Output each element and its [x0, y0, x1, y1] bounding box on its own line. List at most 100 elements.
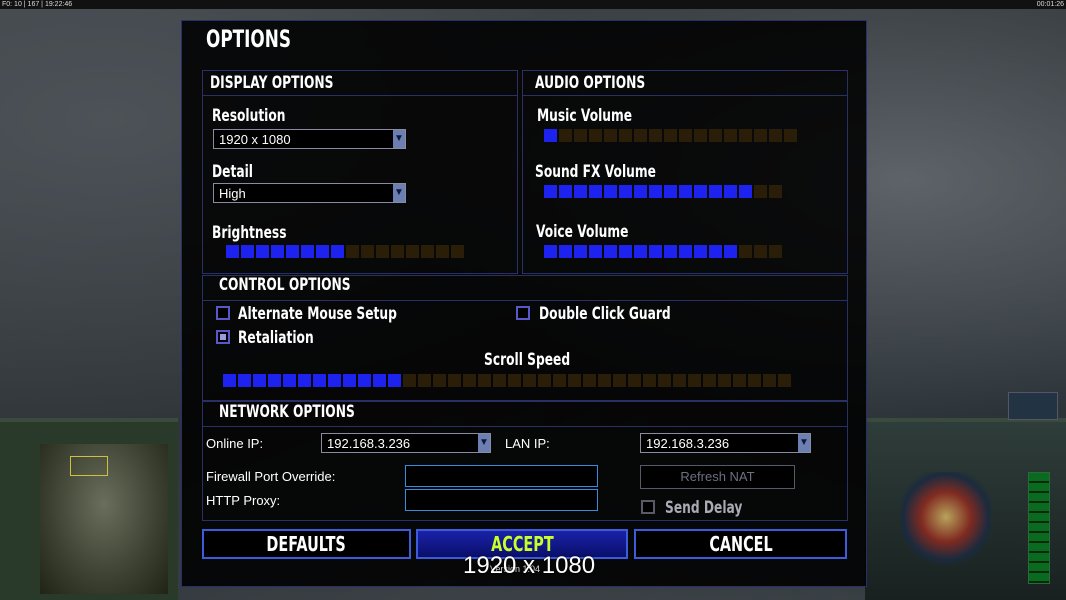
slider-segment[interactable]: [361, 245, 374, 258]
slider-segment[interactable]: [604, 129, 617, 142]
slider-segment[interactable]: [253, 374, 266, 387]
slider-segment[interactable]: [634, 129, 647, 142]
voice-volume-slider[interactable]: [544, 245, 782, 258]
radar-icon[interactable]: [1008, 392, 1058, 420]
slider-segment[interactable]: [619, 129, 632, 142]
slider-segment[interactable]: [283, 374, 296, 387]
slider-segment[interactable]: [769, 185, 782, 198]
sfx-volume-slider[interactable]: [544, 185, 782, 198]
slider-segment[interactable]: [406, 245, 419, 258]
detail-select[interactable]: High ▼: [213, 183, 406, 203]
slider-segment[interactable]: [709, 185, 722, 198]
music-volume-slider[interactable]: [544, 129, 797, 142]
cancel-button[interactable]: CANCEL: [634, 529, 847, 559]
brightness-slider[interactable]: [226, 245, 464, 258]
chevron-down-icon[interactable]: ▼: [393, 184, 405, 202]
slider-segment[interactable]: [313, 374, 326, 387]
slider-segment[interactable]: [574, 129, 587, 142]
double-click-checkbox[interactable]: [516, 306, 530, 320]
slider-segment[interactable]: [769, 245, 782, 258]
slider-segment[interactable]: [463, 374, 476, 387]
slider-segment[interactable]: [559, 129, 572, 142]
defaults-button[interactable]: DEFAULTS: [202, 529, 411, 559]
slider-segment[interactable]: [724, 245, 737, 258]
slider-segment[interactable]: [754, 245, 767, 258]
slider-segment[interactable]: [748, 374, 761, 387]
slider-segment[interactable]: [664, 185, 677, 198]
http-proxy-input[interactable]: [405, 489, 598, 511]
slider-segment[interactable]: [238, 374, 251, 387]
slider-segment[interactable]: [421, 245, 434, 258]
resolution-select[interactable]: 1920 x 1080 ▼: [213, 129, 406, 149]
retaliation-checkbox[interactable]: [216, 330, 230, 344]
slider-segment[interactable]: [574, 245, 587, 258]
slider-segment[interactable]: [643, 374, 656, 387]
slider-segment[interactable]: [763, 374, 776, 387]
slider-segment[interactable]: [433, 374, 446, 387]
slider-segment[interactable]: [688, 374, 701, 387]
slider-segment[interactable]: [739, 129, 752, 142]
slider-segment[interactable]: [448, 374, 461, 387]
slider-segment[interactable]: [619, 245, 632, 258]
slider-segment[interactable]: [724, 185, 737, 198]
slider-segment[interactable]: [523, 374, 536, 387]
chevron-down-icon[interactable]: ▼: [798, 434, 810, 452]
slider-segment[interactable]: [568, 374, 581, 387]
slider-segment[interactable]: [709, 129, 722, 142]
slider-segment[interactable]: [679, 185, 692, 198]
slider-segment[interactable]: [256, 245, 269, 258]
slider-segment[interactable]: [598, 374, 611, 387]
slider-segment[interactable]: [754, 185, 767, 198]
slider-segment[interactable]: [649, 245, 662, 258]
chevron-down-icon[interactable]: ▼: [478, 434, 490, 452]
online-ip-select[interactable]: 192.168.3.236 ▼: [321, 433, 491, 453]
slider-segment[interactable]: [553, 374, 566, 387]
slider-segment[interactable]: [784, 129, 797, 142]
slider-segment[interactable]: [388, 374, 401, 387]
slider-segment[interactable]: [241, 245, 254, 258]
slider-segment[interactable]: [223, 374, 236, 387]
slider-segment[interactable]: [544, 129, 557, 142]
slider-segment[interactable]: [271, 245, 284, 258]
slider-segment[interactable]: [709, 245, 722, 258]
slider-segment[interactable]: [694, 185, 707, 198]
slider-segment[interactable]: [451, 245, 464, 258]
slider-segment[interactable]: [679, 129, 692, 142]
slider-segment[interactable]: [418, 374, 431, 387]
slider-segment[interactable]: [733, 374, 746, 387]
slider-segment[interactable]: [694, 245, 707, 258]
slider-segment[interactable]: [286, 245, 299, 258]
slider-segment[interactable]: [634, 245, 647, 258]
slider-segment[interactable]: [538, 374, 551, 387]
slider-segment[interactable]: [604, 245, 617, 258]
slider-segment[interactable]: [268, 374, 281, 387]
alt-mouse-checkbox[interactable]: [216, 306, 230, 320]
slider-segment[interactable]: [544, 245, 557, 258]
slider-segment[interactable]: [718, 374, 731, 387]
slider-segment[interactable]: [619, 185, 632, 198]
slider-segment[interactable]: [343, 374, 356, 387]
minimap[interactable]: [40, 444, 168, 594]
slider-segment[interactable]: [634, 185, 647, 198]
slider-segment[interactable]: [778, 374, 791, 387]
slider-segment[interactable]: [589, 245, 602, 258]
scroll-speed-slider[interactable]: [223, 374, 791, 387]
slider-segment[interactable]: [604, 185, 617, 198]
slider-segment[interactable]: [673, 374, 686, 387]
slider-segment[interactable]: [694, 129, 707, 142]
slider-segment[interactable]: [679, 245, 692, 258]
slider-segment[interactable]: [376, 245, 389, 258]
slider-segment[interactable]: [436, 245, 449, 258]
firewall-port-input[interactable]: [405, 465, 598, 487]
slider-segment[interactable]: [226, 245, 239, 258]
slider-segment[interactable]: [391, 245, 404, 258]
slider-segment[interactable]: [628, 374, 641, 387]
slider-segment[interactable]: [478, 374, 491, 387]
slider-segment[interactable]: [664, 129, 677, 142]
slider-segment[interactable]: [358, 374, 371, 387]
slider-segment[interactable]: [373, 374, 386, 387]
slider-segment[interactable]: [493, 374, 506, 387]
slider-segment[interactable]: [508, 374, 521, 387]
slider-segment[interactable]: [589, 129, 602, 142]
slider-segment[interactable]: [301, 245, 314, 258]
